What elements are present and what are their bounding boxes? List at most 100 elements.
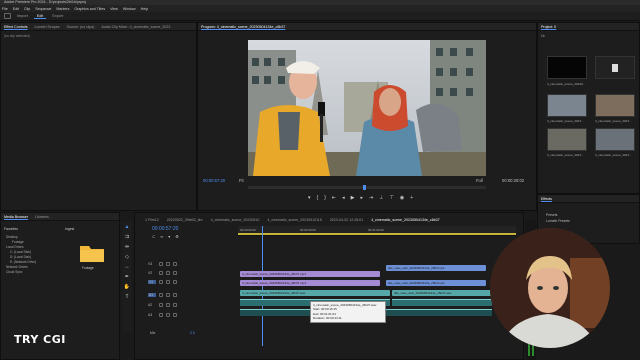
workspace-import[interactable]: Import: [14, 14, 31, 18]
quality-select[interactable]: Full: [476, 178, 483, 183]
timeline-ruler[interactable]: 00:00:00:00 00:00:30:00 00:01:00:00: [238, 226, 516, 236]
project-item-3[interactable]: [547, 94, 587, 117]
clip-v1-a[interactable]: 4_cinematic_scene_20230504134e_c8b37.mp4: [240, 280, 380, 286]
project-item-6[interactable]: [595, 128, 635, 151]
slip-icon[interactable]: ↔: [125, 264, 130, 270]
out-point-icon[interactable]: }: [324, 195, 326, 201]
lock-icon[interactable]: [159, 312, 163, 317]
lock-icon[interactable]: [159, 270, 163, 275]
project-item-1[interactable]: [547, 56, 587, 79]
lock-icon[interactable]: [159, 279, 163, 284]
seq-tab-2[interactable]: 20220522_39tb02_tlm: [167, 218, 203, 222]
menu-edit[interactable]: Edit: [13, 7, 19, 11]
menu-help[interactable]: Help: [141, 7, 148, 11]
project-item-4[interactable]: [595, 94, 635, 117]
linked-selection-icon[interactable]: ∞: [160, 234, 163, 239]
mute-icon[interactable]: [166, 292, 170, 297]
eye-icon[interactable]: [173, 261, 177, 266]
tab-source[interactable]: Source: (no clips): [66, 25, 94, 29]
tree-cloud-sync[interactable]: Cloud Sync: [6, 270, 36, 275]
clip-a2b-waveform[interactable]: [392, 299, 492, 306]
add-button-icon[interactable]: +: [410, 195, 413, 201]
lock-icon[interactable]: [159, 302, 163, 307]
timeline-settings-icon[interactable]: ⚙: [175, 234, 179, 239]
play-icon[interactable]: ▶: [351, 195, 355, 201]
tab-media-browser[interactable]: Media Browser: [4, 215, 28, 219]
effects-lumetri-presets[interactable]: Lumetri Presets: [546, 219, 570, 223]
go-to-out-icon[interactable]: ⇥: [369, 195, 373, 201]
tab-program[interactable]: Program: 4_cinematic_scene_20230504134e_…: [201, 25, 285, 29]
clip-a1-a[interactable]: 4_cinematic_scene_20230504134e_c8b37.wav: [240, 290, 390, 296]
lock-icon[interactable]: [159, 292, 163, 297]
pen-icon[interactable]: ✒: [125, 274, 129, 280]
folder-icon[interactable]: [79, 243, 105, 263]
sync-icon[interactable]: [166, 261, 170, 266]
tab-libraries[interactable]: Libraries: [35, 215, 49, 219]
project-item-5[interactable]: [547, 128, 587, 151]
home-icon[interactable]: [4, 13, 11, 19]
track-v1-label[interactable]: V1: [148, 279, 156, 284]
menu-graphics[interactable]: Graphics and Titles: [74, 7, 105, 11]
go-to-in-icon[interactable]: ⇤: [332, 195, 336, 201]
ingest-checkbox[interactable]: Ingest: [65, 227, 74, 231]
tab-effect-controls[interactable]: Effect Controls: [4, 25, 28, 29]
seq-tab-5[interactable]: 2023-04-02 12:28:01: [330, 218, 363, 222]
lift-icon[interactable]: ⊥: [379, 195, 383, 201]
menu-sequence[interactable]: Sequence: [35, 7, 51, 11]
sync-icon[interactable]: [166, 270, 170, 275]
seq-tab-6[interactable]: 4_cinematic_scene_20230504134e_c8b37: [371, 218, 440, 222]
seq-tab-3[interactable]: 4_cinematic_scene_20230510: [211, 218, 260, 222]
export-frame-icon[interactable]: ◉: [400, 195, 404, 201]
program-scrubber[interactable]: [248, 185, 486, 190]
track-select-icon[interactable]: ⇉: [125, 234, 129, 240]
solo-icon[interactable]: [173, 292, 177, 297]
fit-select[interactable]: Fit: [239, 178, 244, 183]
playhead-marker[interactable]: [363, 185, 366, 190]
sync-icon[interactable]: [166, 279, 170, 284]
seq-tab-1[interactable]: 1 Film12: [145, 218, 159, 222]
clip-v2-a[interactable]: 4_cinematic_scene_20230504134e_c8b37.mp4: [240, 271, 380, 277]
mute-icon[interactable]: [166, 312, 170, 317]
program-timecode-left[interactable]: 00:00:57:20: [203, 178, 225, 183]
tab-audio-clip-mixer[interactable]: Audio Clip Mixer: 4_cinematic_scene_2023: [101, 25, 170, 29]
menu-clip[interactable]: Clip: [24, 7, 30, 11]
effects-presets[interactable]: Presets: [546, 213, 558, 217]
program-video-frame[interactable]: [248, 40, 486, 176]
menu-view[interactable]: View: [110, 7, 118, 11]
workspace-export[interactable]: Export: [49, 14, 66, 18]
mix-value[interactable]: 0.0: [190, 331, 195, 335]
in-point-icon[interactable]: {: [317, 195, 319, 201]
menu-markers[interactable]: Markers: [56, 7, 69, 11]
eye-icon[interactable]: [173, 279, 177, 284]
clip-v2-b[interactable]: title_case_web_20230504134e_c8b3.mp4: [386, 265, 486, 271]
add-marker-icon[interactable]: ▾: [168, 234, 170, 239]
solo-icon[interactable]: [173, 302, 177, 307]
solo-icon[interactable]: [173, 312, 177, 317]
track-a1-label[interactable]: A1: [148, 292, 156, 297]
workspace-edit[interactable]: Edit: [33, 14, 47, 19]
menu-file[interactable]: File: [2, 7, 8, 11]
step-back-icon[interactable]: ◂: [342, 195, 345, 201]
menu-window[interactable]: Window: [123, 7, 136, 11]
tab-project[interactable]: Project: 0: [541, 25, 556, 29]
snap-icon[interactable]: ⊂: [152, 234, 155, 239]
tab-effects[interactable]: Effects: [541, 197, 552, 201]
timeline-timecode[interactable]: 00:00:57:20: [152, 226, 178, 232]
clip-v1-b[interactable]: title_case_web_20230504134e_c8b3.mp4: [386, 280, 486, 286]
razor-icon[interactable]: ◇: [125, 254, 129, 260]
timeline-playhead[interactable]: [262, 226, 263, 346]
selection-tool-icon[interactable]: ▲: [125, 224, 130, 230]
ripple-edit-icon[interactable]: ⇹: [125, 244, 129, 250]
eye-icon[interactable]: [173, 270, 177, 275]
lock-icon[interactable]: [159, 261, 163, 266]
work-area-bar[interactable]: [238, 233, 516, 235]
seq-tab-4[interactable]: 4_cinematic_scene_20230510115: [267, 218, 321, 222]
project-item-2[interactable]: [595, 56, 635, 79]
step-forward-icon[interactable]: ▸: [360, 195, 363, 201]
marker-icon[interactable]: ▾: [308, 195, 311, 201]
mute-icon[interactable]: [166, 302, 170, 307]
tab-lumetri-scopes[interactable]: Lumetri Scopes: [35, 25, 60, 29]
type-icon[interactable]: T: [125, 294, 128, 300]
extract-icon[interactable]: ⊤: [390, 195, 394, 201]
clip-a1-b[interactable]: title_case_web_20230504134e_c8b37.wav: [392, 290, 492, 296]
